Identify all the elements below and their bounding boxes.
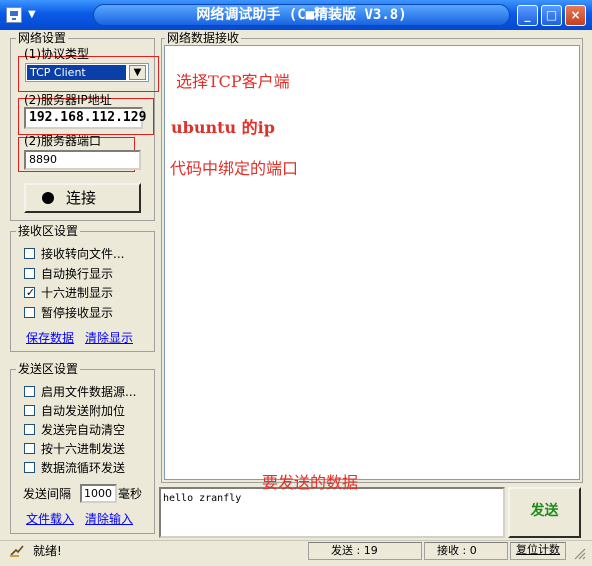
option-label: 启用文件数据源... xyxy=(41,385,137,399)
check-icon: ✓ xyxy=(25,286,36,299)
checkbox[interactable] xyxy=(24,424,35,435)
status-icon xyxy=(9,544,25,558)
protocol-value: TCP Client xyxy=(27,65,126,80)
checkbox[interactable] xyxy=(24,268,35,279)
server-ip-field[interactable]: 192.168.112.129 xyxy=(24,107,146,129)
clear-display-link[interactable]: 清除显示 xyxy=(85,329,133,346)
send-text-area[interactable]: hello zranfly xyxy=(159,487,505,538)
ip-annotation: ubuntu 的ip xyxy=(171,118,275,137)
connect-button[interactable]: 连接 xyxy=(24,183,141,213)
send-interval-unit: 毫秒 xyxy=(118,487,143,501)
option-label: 十六进制显示 xyxy=(41,286,114,300)
received-count: 接收 : 0 xyxy=(424,542,508,560)
chevron-down-icon[interactable]: ▼ xyxy=(129,65,146,80)
network-settings-title: 网络设置 xyxy=(16,31,69,45)
clear-input-link[interactable]: 清除输入 xyxy=(85,510,133,527)
send-button[interactable]: 发送 xyxy=(508,487,581,538)
app-icon xyxy=(6,7,22,23)
checkbox[interactable] xyxy=(24,405,35,416)
maximize-button[interactable]: □ xyxy=(541,5,562,26)
option-label: 接收转向文件... xyxy=(41,247,125,261)
connect-label: 连接 xyxy=(66,189,97,207)
receive-area-title: 网络数据接收 xyxy=(165,31,242,45)
chevron-down-icon: ▼ xyxy=(28,9,36,20)
option-label: 按十六进制发送 xyxy=(41,442,126,456)
option-label: 自动换行显示 xyxy=(41,267,114,281)
checkbox[interactable] xyxy=(24,386,35,397)
send-annotation: 要发送的数据 xyxy=(262,473,359,492)
send-settings-title: 发送区设置 xyxy=(16,362,81,376)
system-menu[interactable]: ▼ xyxy=(6,5,42,25)
server-ip-label: (2)服务器IP地址 xyxy=(24,93,112,107)
load-file-link[interactable]: 文件载入 xyxy=(26,510,74,527)
receive-text-area[interactable] xyxy=(164,45,580,480)
checkbox[interactable] xyxy=(24,248,35,259)
option-label: 暂停接收显示 xyxy=(41,306,114,320)
option-label: 数据流循环发送 xyxy=(41,461,126,475)
resize-grip-icon[interactable] xyxy=(572,546,586,560)
receive-settings-title: 接收区设置 xyxy=(16,224,81,238)
reset-count-button[interactable]: 复位计数 xyxy=(510,542,566,560)
option-label: 自动发送附加位 xyxy=(41,404,126,418)
window-title: 网络调试助手 (C■精装版 V3.8) xyxy=(196,7,407,23)
protocol-label: (1)协议类型 xyxy=(24,47,89,61)
checkbox[interactable] xyxy=(24,307,35,318)
server-port-label: (2)服务器端口 xyxy=(24,134,101,148)
option-label: 发送完自动清空 xyxy=(41,423,126,437)
port-annotation: 代码中绑定的端口 xyxy=(170,159,299,178)
sent-count: 发送 : 19 xyxy=(308,542,422,560)
send-interval-label: 发送间隔 xyxy=(23,487,72,501)
status-ready: 就绪! xyxy=(33,544,62,558)
checkbox[interactable] xyxy=(24,462,35,473)
minimize-button[interactable]: _ xyxy=(517,5,538,26)
connect-indicator-icon xyxy=(42,192,54,204)
checkbox[interactable]: ✓ xyxy=(24,287,35,298)
send-interval-field[interactable]: 1000 xyxy=(80,484,117,503)
checkbox[interactable] xyxy=(24,443,35,454)
server-port-field[interactable]: 8890 xyxy=(24,150,141,170)
close-button[interactable]: × xyxy=(565,5,586,26)
protocol-annotation: 选择TCP客户端 xyxy=(176,72,290,91)
protocol-select[interactable]: TCP Client ▼ xyxy=(25,63,149,82)
save-data-link[interactable]: 保存数据 xyxy=(26,329,74,346)
